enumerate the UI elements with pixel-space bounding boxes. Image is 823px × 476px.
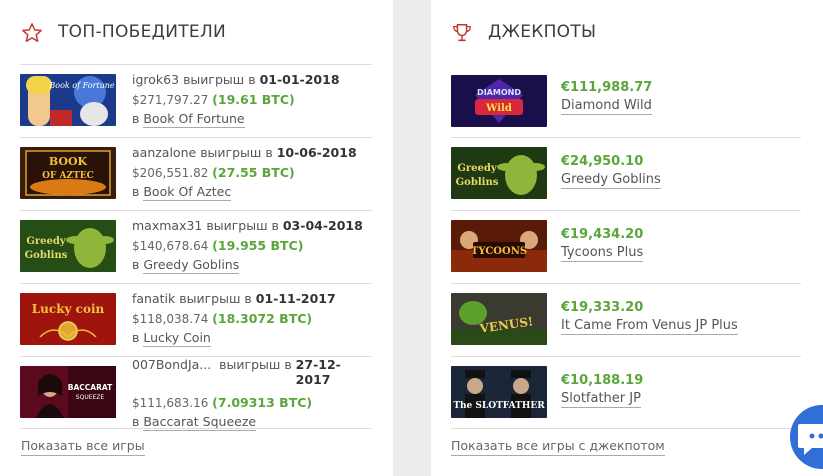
winner-row[interactable]: Lucky coin fanatik выигрыш в 01-11-2017 … bbox=[20, 283, 372, 357]
game-link[interactable]: Book Of Fortune bbox=[143, 111, 245, 128]
jackpot-row[interactable]: TYCOONS €19,434.20 Tycoons Plus bbox=[451, 210, 801, 284]
win-usd: $140,678.64 bbox=[132, 239, 209, 253]
game-thumbnail[interactable]: TYCOONS bbox=[451, 220, 547, 272]
win-date: 01-11-2017 bbox=[255, 291, 336, 306]
winner-row[interactable]: BOOK OF AZTEC aanzalone выигрыш в 10-06-… bbox=[20, 137, 372, 211]
chat-icon bbox=[798, 424, 823, 455]
winner-username: 007BondJa... bbox=[132, 357, 212, 372]
game-link[interactable]: Greedy Goblins bbox=[143, 257, 240, 274]
trophy-icon bbox=[453, 24, 471, 42]
star-icon bbox=[22, 23, 42, 42]
game-thumbnail[interactable]: The SLOTFATHER bbox=[451, 366, 547, 418]
svg-text:BOOK: BOOK bbox=[49, 155, 88, 168]
game-thumbnail[interactable]: BOOK OF AZTEC bbox=[20, 147, 116, 199]
svg-text:Greedy: Greedy bbox=[457, 163, 498, 174]
winner-username: fanatik bbox=[132, 291, 176, 306]
game-link[interactable]: Diamond Wild bbox=[561, 98, 652, 115]
game-thumbnail[interactable]: Book of Fortune bbox=[20, 74, 116, 126]
game-link[interactable]: Greedy Goblins bbox=[561, 172, 661, 189]
win-date: 10-06-2018 bbox=[276, 145, 357, 160]
jackpot-amount: €24,950.10 bbox=[561, 154, 644, 169]
jackpots-title: ДЖЕКПОТЫ bbox=[488, 22, 597, 42]
win-btc: (19.955 BTC) bbox=[212, 238, 304, 253]
svg-text:DIAMOND: DIAMOND bbox=[477, 88, 521, 97]
winner-row[interactable]: Book of Fortune igrok63 выигрыш в 01-01-… bbox=[20, 64, 372, 138]
game-link[interactable]: Book Of Aztec bbox=[143, 184, 232, 201]
svg-text:OF AZTEC: OF AZTEC bbox=[42, 171, 94, 181]
win-date: 03-04-2018 bbox=[282, 218, 363, 233]
jackpot-amount: €19,434.20 bbox=[561, 227, 644, 242]
winner-row[interactable]: BACCARAT SQUEEZE 007BondJa... выигрыш в … bbox=[20, 356, 372, 431]
svg-text:SQUEEZE: SQUEEZE bbox=[76, 394, 105, 401]
win-btc: (27.55 BTC) bbox=[212, 165, 295, 180]
win-usd: $118,038.74 bbox=[132, 312, 209, 326]
divider bbox=[451, 428, 801, 429]
win-usd: $271,797.27 bbox=[132, 93, 209, 107]
jackpot-row[interactable]: DIAMOND Wild €111,988.77 Diamond Wild bbox=[451, 64, 801, 137]
game-link[interactable]: Slotfather JP bbox=[561, 391, 641, 408]
jackpot-row[interactable]: The SLOTFATHER €10,188.19 Slotfather JP bbox=[451, 356, 801, 430]
jackpot-row[interactable]: VENUS! €19,333.20 It Came From Venus JP … bbox=[451, 283, 801, 357]
jackpot-row[interactable]: Greedy Goblins €24,950.10 Greedy Goblins bbox=[451, 137, 801, 211]
winner-username: maxmax31 bbox=[132, 218, 203, 233]
win-date: 27-12-2017 bbox=[295, 357, 341, 387]
svg-text:The SLOTFATHER: The SLOTFATHER bbox=[453, 401, 545, 411]
jackpot-amount: €111,988.77 bbox=[561, 80, 653, 95]
game-thumbnail[interactable]: Greedy Goblins bbox=[451, 147, 547, 199]
win-btc: (19.61 BTC) bbox=[212, 92, 295, 107]
game-thumbnail[interactable]: VENUS! bbox=[451, 293, 547, 345]
svg-text:Book of Fortune: Book of Fortune bbox=[48, 81, 114, 90]
win-usd: $206,551.82 bbox=[132, 166, 209, 180]
svg-text:BACCARAT: BACCARAT bbox=[68, 383, 113, 392]
svg-text:Greedy: Greedy bbox=[26, 236, 67, 247]
game-thumbnail[interactable]: Lucky coin bbox=[20, 293, 116, 345]
game-link[interactable]: It Came From Venus JP Plus bbox=[561, 318, 738, 335]
jackpots-panel: ДЖЕКПОТЫ DIAMOND Wild €111,988.77 Diamon… bbox=[431, 0, 823, 476]
game-link[interactable]: Tycoons Plus bbox=[561, 245, 644, 262]
svg-text:TYCOONS: TYCOONS bbox=[471, 246, 527, 257]
svg-text:Goblins: Goblins bbox=[25, 250, 68, 261]
show-all-jackpot-games-link[interactable]: Показать все игры с джекпотом bbox=[451, 438, 665, 456]
svg-text:Lucky coin: Lucky coin bbox=[32, 302, 105, 316]
game-link[interactable]: Lucky Coin bbox=[143, 330, 211, 347]
winner-row[interactable]: Greedy Goblins maxmax31 выигрыш в 03-04-… bbox=[20, 210, 372, 284]
jackpot-amount: €19,333.20 bbox=[561, 300, 644, 315]
top-winners-panel: ТОП-ПОБЕДИТЕЛИ Book of Fortune igrok63 в… bbox=[0, 0, 393, 476]
game-thumbnail[interactable]: DIAMOND Wild bbox=[451, 75, 547, 127]
win-btc: (7.09313 BTC) bbox=[212, 395, 313, 410]
show-all-games-link[interactable]: Показать все игры bbox=[21, 438, 145, 456]
svg-text:Goblins: Goblins bbox=[456, 177, 499, 188]
winner-username: igrok63 bbox=[132, 72, 180, 87]
winners-title: ТОП-ПОБЕДИТЕЛИ bbox=[58, 22, 227, 42]
game-thumbnail[interactable]: BACCARAT SQUEEZE bbox=[20, 366, 116, 418]
svg-text:Wild: Wild bbox=[485, 103, 512, 114]
win-btc: (18.3072 BTC) bbox=[212, 311, 313, 326]
win-usd: $111,683.16 bbox=[132, 396, 209, 410]
win-date: 01-01-2018 bbox=[259, 72, 340, 87]
winner-username: aanzalone bbox=[132, 145, 197, 160]
game-thumbnail[interactable]: Greedy Goblins bbox=[20, 220, 116, 272]
divider bbox=[20, 428, 372, 429]
jackpot-amount: €10,188.19 bbox=[561, 373, 644, 388]
